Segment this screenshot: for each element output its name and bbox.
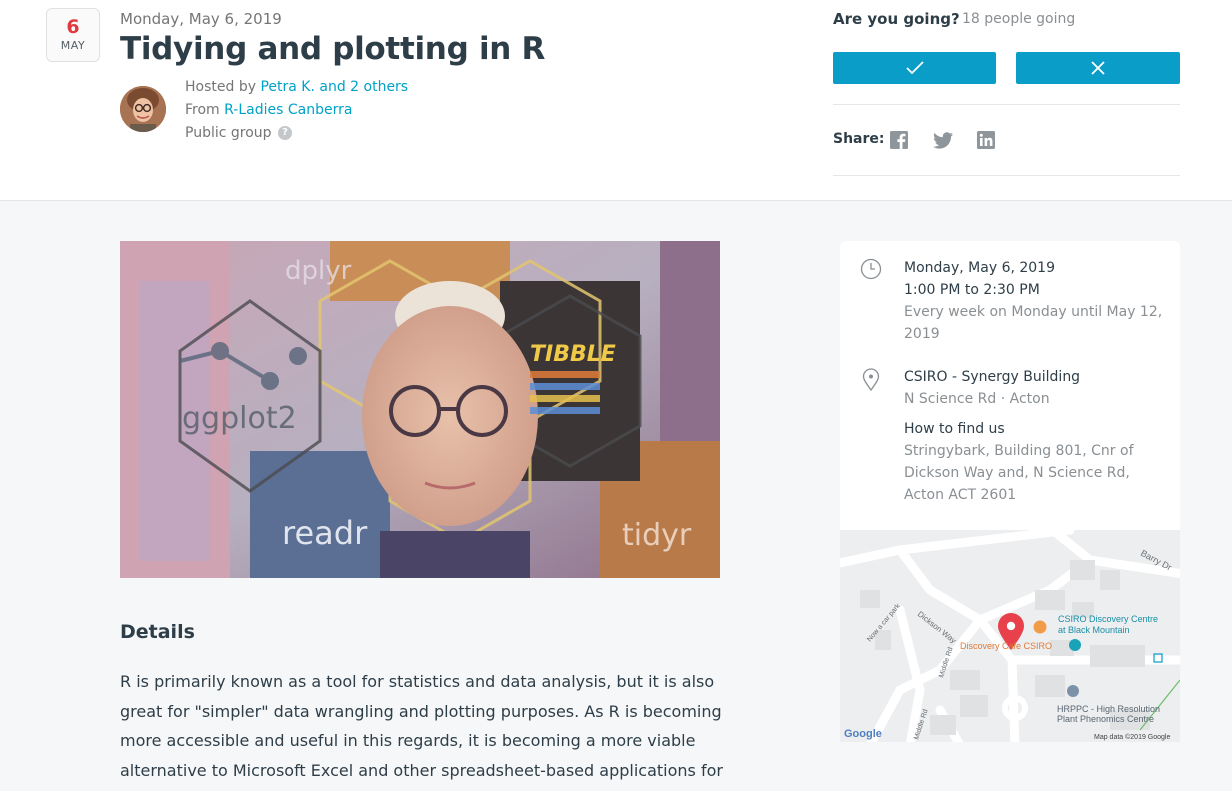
from-group-line: From R-Ladies Canberra — [185, 99, 408, 122]
linkedin-icon[interactable] — [976, 130, 996, 150]
rsvp-yes-button[interactable] — [833, 52, 996, 84]
hex-label-tidyr: tidyr — [622, 518, 692, 553]
divider — [833, 104, 1180, 105]
share-label: Share: — [833, 131, 885, 147]
rsvp-question: Are you going? — [833, 10, 960, 28]
map-label-cafe: Discovery Cafe CSIRO — [960, 641, 1052, 651]
hosts-link[interactable]: Petra K. and 2 others — [260, 79, 408, 95]
event-info-card: Monday, May 6, 2019 1:00 PM to 2:30 PM E… — [840, 241, 1180, 531]
help-icon[interactable]: ? — [278, 126, 292, 140]
event-header: 6 MAY Monday, May 6, 2019 Tidying and pl… — [0, 0, 1232, 201]
twitter-icon[interactable] — [932, 130, 953, 150]
venue-address: N Science Rd · Acton — [904, 391, 1050, 407]
hosted-by-line: Hosted by Petra K. and 2 others — [185, 76, 408, 99]
map-label-black-mountain: at Black Mountain — [1058, 625, 1130, 635]
location-map[interactable]: Barry Dr Dickson Way Now a car park Midd… — [840, 530, 1180, 742]
info-time: 1:00 PM to 2:30 PM — [904, 282, 1040, 298]
group-visibility-line: Public group ? — [185, 122, 408, 145]
close-icon — [1091, 61, 1105, 75]
map-label-discovery-centre: CSIRO Discovery Centre — [1058, 614, 1158, 624]
details-body: R is primarily known as a tool for stati… — [120, 672, 723, 791]
map-label-hrppc: HRPPC - High Resolution — [1057, 704, 1160, 714]
attendee-count[interactable]: 18 people going — [962, 11, 1075, 27]
google-logo: Google — [844, 728, 882, 740]
host-info: Hosted by Petra K. and 2 others From R-L… — [185, 76, 408, 145]
details-heading: Details — [120, 621, 195, 643]
location-pin-icon — [860, 368, 882, 392]
rsvp-no-button[interactable] — [1016, 52, 1180, 84]
date-badge-month: MAY — [60, 39, 86, 52]
info-recurrence: Every week on Monday until May 12, 2019 — [904, 304, 1163, 342]
page-title: Tidying and plotting in R — [120, 31, 546, 67]
divider — [833, 175, 1180, 176]
date-badge: 6 MAY — [46, 8, 100, 62]
from-prefix: From — [185, 102, 220, 118]
how-to-find-label: How to find us — [904, 421, 1005, 437]
group-visibility: Public group — [185, 125, 272, 141]
event-location: CSIRO - Synergy Building N Science Rd · … — [904, 366, 1164, 506]
facebook-icon[interactable] — [889, 130, 909, 150]
hex-label-dplyr: dplyr — [285, 256, 352, 286]
hex-label-readr: readr — [282, 514, 368, 552]
event-date: Monday, May 6, 2019 — [120, 10, 282, 28]
info-date: Monday, May 6, 2019 — [904, 260, 1055, 276]
clock-icon — [860, 258, 882, 280]
date-badge-day: 6 — [66, 16, 80, 38]
hosted-by-prefix: Hosted by — [185, 79, 256, 95]
hex-label-tibble: TIBBLE — [530, 342, 616, 367]
event-photo: dplyr ggplot2 TIBBLE readr tidyr — [120, 241, 720, 578]
hex-label-ggplot2: ggplot2 — [182, 401, 297, 436]
group-link[interactable]: R-Ladies Canberra — [224, 102, 352, 118]
check-icon — [905, 61, 924, 75]
event-datetime: Monday, May 6, 2019 1:00 PM to 2:30 PM E… — [904, 257, 1164, 345]
venue-name[interactable]: CSIRO - Synergy Building — [904, 366, 1164, 388]
map-label-plant-centre: Plant Phenomics Centre — [1057, 714, 1154, 724]
host-avatar[interactable] — [120, 86, 166, 132]
map-attribution[interactable]: Map data ©2019 Google — [1094, 733, 1170, 741]
how-to-find-text: Stringybark, Building 801, Cnr of Dickso… — [904, 443, 1134, 503]
